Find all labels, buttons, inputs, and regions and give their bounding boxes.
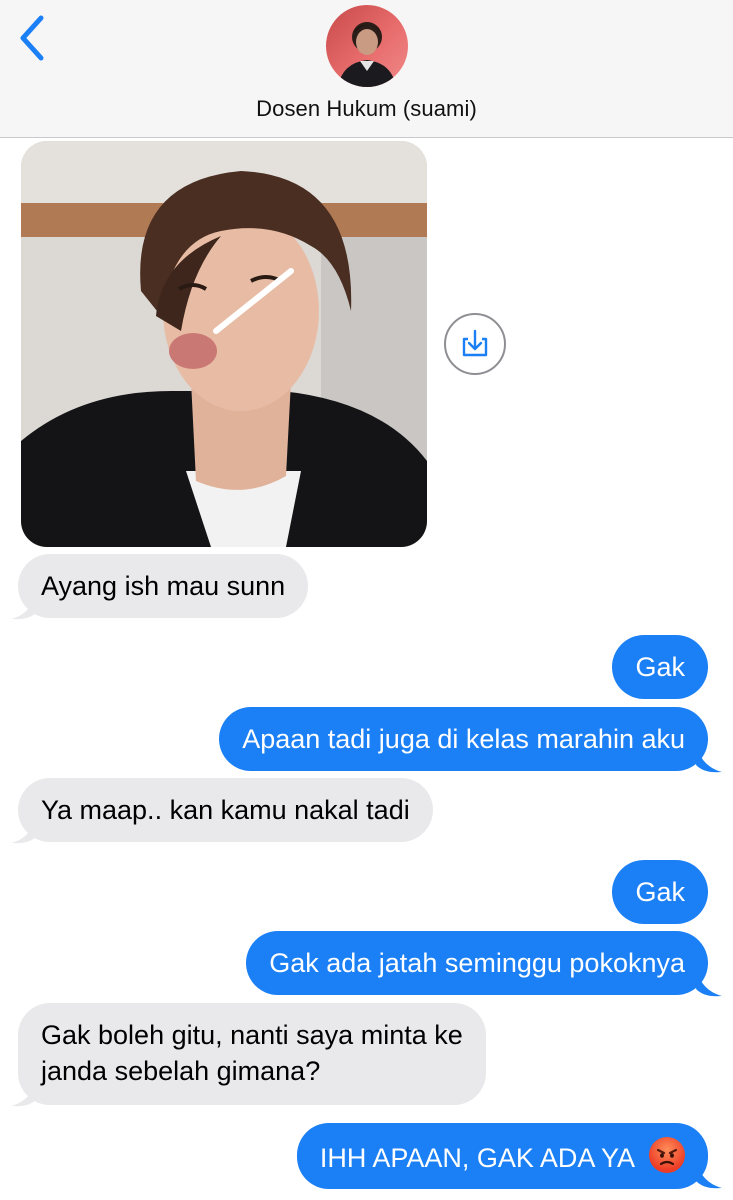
message-text: Ayang ish mau sunn bbox=[41, 571, 286, 601]
message-text: IHH APAAN, GAK ADA YA bbox=[319, 1143, 634, 1173]
bubble-tail bbox=[696, 1167, 722, 1189]
message-text: Gak bbox=[635, 652, 685, 682]
message-text: Gak ada jatah seminggu pokoknya bbox=[269, 948, 685, 978]
image-message[interactable] bbox=[21, 141, 427, 547]
message-bubble-outgoing[interactable]: Apaan tadi juga di kelas marahin aku bbox=[219, 707, 708, 771]
save-image-button[interactable] bbox=[444, 313, 506, 375]
message-text-line: Gak boleh gitu, nanti saya minta ke bbox=[41, 1020, 463, 1050]
message-bubble-outgoing[interactable]: Gak ada jatah seminggu pokoknya bbox=[246, 931, 708, 995]
message-bubble-incoming[interactable]: Ayang ish mau sunn bbox=[18, 554, 309, 618]
bubble-tail bbox=[696, 975, 722, 997]
message-text: Apaan tadi juga di kelas marahin aku bbox=[242, 724, 685, 754]
message-text: Ya maap.. kan kamu nakal tadi bbox=[41, 795, 410, 825]
angry-face-icon bbox=[649, 1137, 685, 1173]
bubble-tail bbox=[11, 822, 37, 844]
message-bubble-incoming[interactable]: Ya maap.. kan kamu nakal tadi bbox=[18, 778, 433, 842]
download-icon bbox=[462, 329, 488, 357]
bubble-tail bbox=[11, 1085, 37, 1107]
contact-avatar[interactable] bbox=[326, 5, 408, 87]
message-bubble-outgoing[interactable]: Gak bbox=[612, 635, 708, 699]
message-bubble-incoming[interactable]: Gak boleh gitu, nanti saya minta ke jand… bbox=[18, 1003, 486, 1105]
contact-name[interactable]: Dosen Hukum (suami) bbox=[0, 96, 733, 122]
chevron-left-icon bbox=[20, 15, 44, 61]
bubble-tail bbox=[11, 598, 37, 620]
bubble-tail bbox=[696, 751, 722, 773]
message-bubble-outgoing[interactable]: IHH APAAN, GAK ADA YA bbox=[296, 1123, 708, 1189]
message-bubble-outgoing[interactable]: Gak bbox=[612, 860, 708, 924]
message-text-line: janda sebelah gimana? bbox=[41, 1056, 321, 1086]
message-text: Gak bbox=[635, 877, 685, 907]
chat-header: Dosen Hukum (suami) bbox=[0, 0, 733, 138]
back-button[interactable] bbox=[14, 14, 50, 62]
